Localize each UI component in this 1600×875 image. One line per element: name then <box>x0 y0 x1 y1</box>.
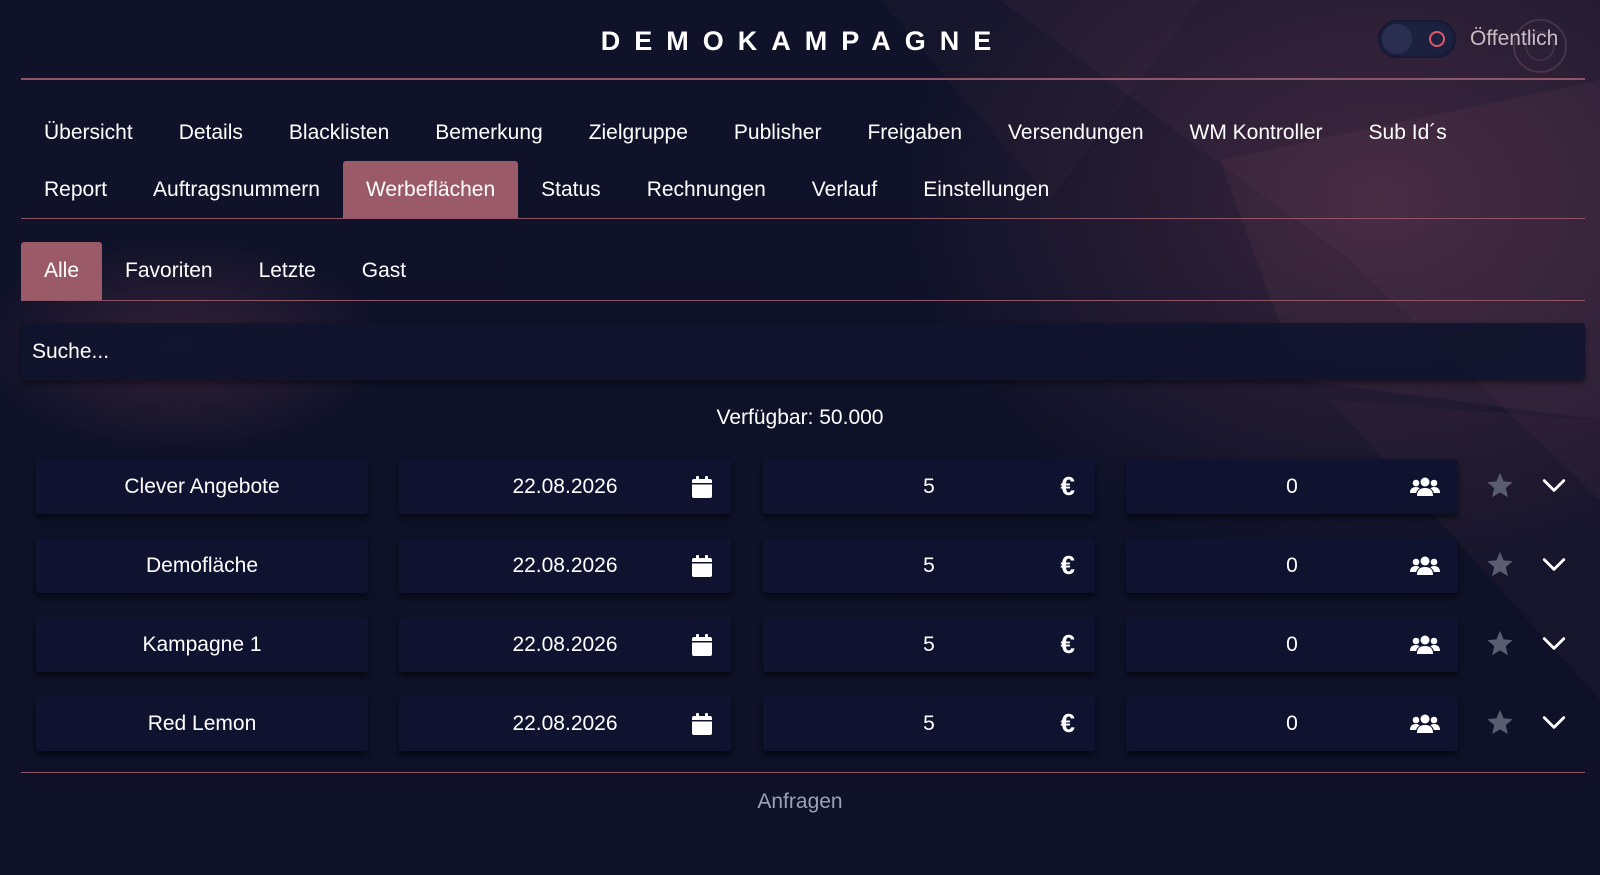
tab-einstellungen[interactable]: Einstellungen <box>900 161 1072 218</box>
tab-report[interactable]: Report <box>21 161 130 218</box>
price-value: 5 <box>923 554 935 577</box>
users-value: 0 <box>1286 712 1298 735</box>
users-value: 0 <box>1286 475 1298 498</box>
date-field[interactable]: 22.08.2026 <box>399 696 731 751</box>
subtab-letzte[interactable]: Letzte <box>236 242 339 300</box>
tab-werbeflaechen[interactable]: Werbeflächen <box>342 161 519 218</box>
users-field[interactable]: 0 <box>1126 617 1458 672</box>
divider <box>21 772 1585 773</box>
users-field[interactable]: 0 <box>1126 538 1458 593</box>
calendar-icon[interactable] <box>691 459 713 514</box>
euro-icon: € <box>1060 471 1075 501</box>
list-item: Red Lemon 22.08.2026 5 € 0 <box>36 696 1566 775</box>
price-field[interactable]: 5 € <box>763 617 1095 672</box>
chevron-down-icon[interactable] <box>1541 552 1567 578</box>
euro-icon: € <box>1060 629 1075 659</box>
tab-blacklisten[interactable]: Blacklisten <box>266 104 412 161</box>
users-value: 0 <box>1286 554 1298 577</box>
users-field[interactable]: 0 <box>1126 696 1458 751</box>
list-item: Clever Angebote 22.08.2026 5 € 0 <box>36 459 1566 538</box>
calendar-icon[interactable] <box>691 617 713 672</box>
ad-space-name[interactable]: Clever Angebote <box>36 459 368 514</box>
chevron-down-icon[interactable] <box>1541 710 1567 736</box>
ad-space-name[interactable]: Kampagne 1 <box>36 617 368 672</box>
date-field[interactable]: 22.08.2026 <box>399 459 731 514</box>
euro-icon: € <box>1060 708 1075 738</box>
search-input[interactable] <box>21 323 1585 380</box>
public-switch[interactable] <box>1378 20 1456 58</box>
date-field[interactable]: 22.08.2026 <box>399 538 731 593</box>
star-icon[interactable] <box>1485 471 1515 501</box>
tab-auftragsnummern[interactable]: Auftragsnummern <box>130 161 343 218</box>
main-nav-row-1: Übersicht Details Blacklisten Bemerkung … <box>21 104 1585 161</box>
subtab-alle[interactable]: Alle <box>21 242 103 300</box>
tab-wm-kontroller[interactable]: WM Kontroller <box>1167 104 1346 161</box>
list-item: Kampagne 1 22.08.2026 5 € 0 <box>36 617 1566 696</box>
price-value: 5 <box>923 633 935 656</box>
date-value: 22.08.2026 <box>512 633 618 656</box>
calendar-icon[interactable] <box>691 696 713 751</box>
ad-space-name[interactable]: Red Lemon <box>36 696 368 751</box>
available-count: Verfügbar: 50.000 <box>716 406 884 429</box>
users-icon <box>1410 459 1440 514</box>
ad-space-list: Clever Angebote 22.08.2026 5 € 0 Demoflä… <box>36 459 1566 775</box>
tab-uebersicht[interactable]: Übersicht <box>21 104 156 161</box>
sub-nav: Alle Favoriten Letzte Gast <box>21 242 1585 301</box>
switch-indicator-icon <box>1429 31 1445 47</box>
subtab-favoriten[interactable]: Favoriten <box>102 242 236 300</box>
main-nav-row-2: Report Auftragsnummern Werbeflächen Stat… <box>21 161 1585 218</box>
date-field[interactable]: 22.08.2026 <box>399 617 731 672</box>
public-toggle[interactable]: Öffentlich <box>1378 20 1558 58</box>
tab-bemerkung[interactable]: Bemerkung <box>412 104 565 161</box>
price-field[interactable]: 5 € <box>763 459 1095 514</box>
main-nav: Übersicht Details Blacklisten Bemerkung … <box>21 104 1585 219</box>
switch-knob <box>1382 24 1412 54</box>
list-item: Demofläche 22.08.2026 5 € 0 <box>36 538 1566 617</box>
tab-details[interactable]: Details <box>156 104 266 161</box>
date-value: 22.08.2026 <box>512 475 618 498</box>
date-value: 22.08.2026 <box>512 712 618 735</box>
users-icon <box>1410 538 1440 593</box>
chevron-down-icon[interactable] <box>1541 631 1567 657</box>
price-value: 5 <box>923 475 935 498</box>
calendar-icon[interactable] <box>691 538 713 593</box>
tab-status[interactable]: Status <box>518 161 624 218</box>
chevron-down-icon[interactable] <box>1541 473 1567 499</box>
users-field[interactable]: 0 <box>1126 459 1458 514</box>
users-icon <box>1410 617 1440 672</box>
users-value: 0 <box>1286 633 1298 656</box>
tab-zielgruppe[interactable]: Zielgruppe <box>566 104 711 161</box>
star-icon[interactable] <box>1485 550 1515 580</box>
price-field[interactable]: 5 € <box>763 538 1095 593</box>
page-title: DEMOKAMPAGNE <box>600 26 1006 56</box>
subtab-gast[interactable]: Gast <box>339 242 429 300</box>
star-icon[interactable] <box>1485 629 1515 659</box>
tab-rechnungen[interactable]: Rechnungen <box>624 161 789 218</box>
euro-icon: € <box>1060 550 1075 580</box>
request-button[interactable]: Anfragen <box>0 790 1600 814</box>
header: DEMOKAMPAGNE Öffentlich <box>21 0 1585 80</box>
price-value: 5 <box>923 712 935 735</box>
users-icon <box>1410 696 1440 751</box>
tab-freigaben[interactable]: Freigaben <box>844 104 985 161</box>
tab-publisher[interactable]: Publisher <box>711 104 845 161</box>
ad-space-name[interactable]: Demofläche <box>36 538 368 593</box>
price-field[interactable]: 5 € <box>763 696 1095 751</box>
tab-verlauf[interactable]: Verlauf <box>789 161 900 218</box>
star-icon[interactable] <box>1485 708 1515 738</box>
tab-versendungen[interactable]: Versendungen <box>985 104 1166 161</box>
date-value: 22.08.2026 <box>512 554 618 577</box>
tab-sub-ids[interactable]: Sub Id´s <box>1346 104 1470 161</box>
public-label: Öffentlich <box>1470 27 1559 50</box>
